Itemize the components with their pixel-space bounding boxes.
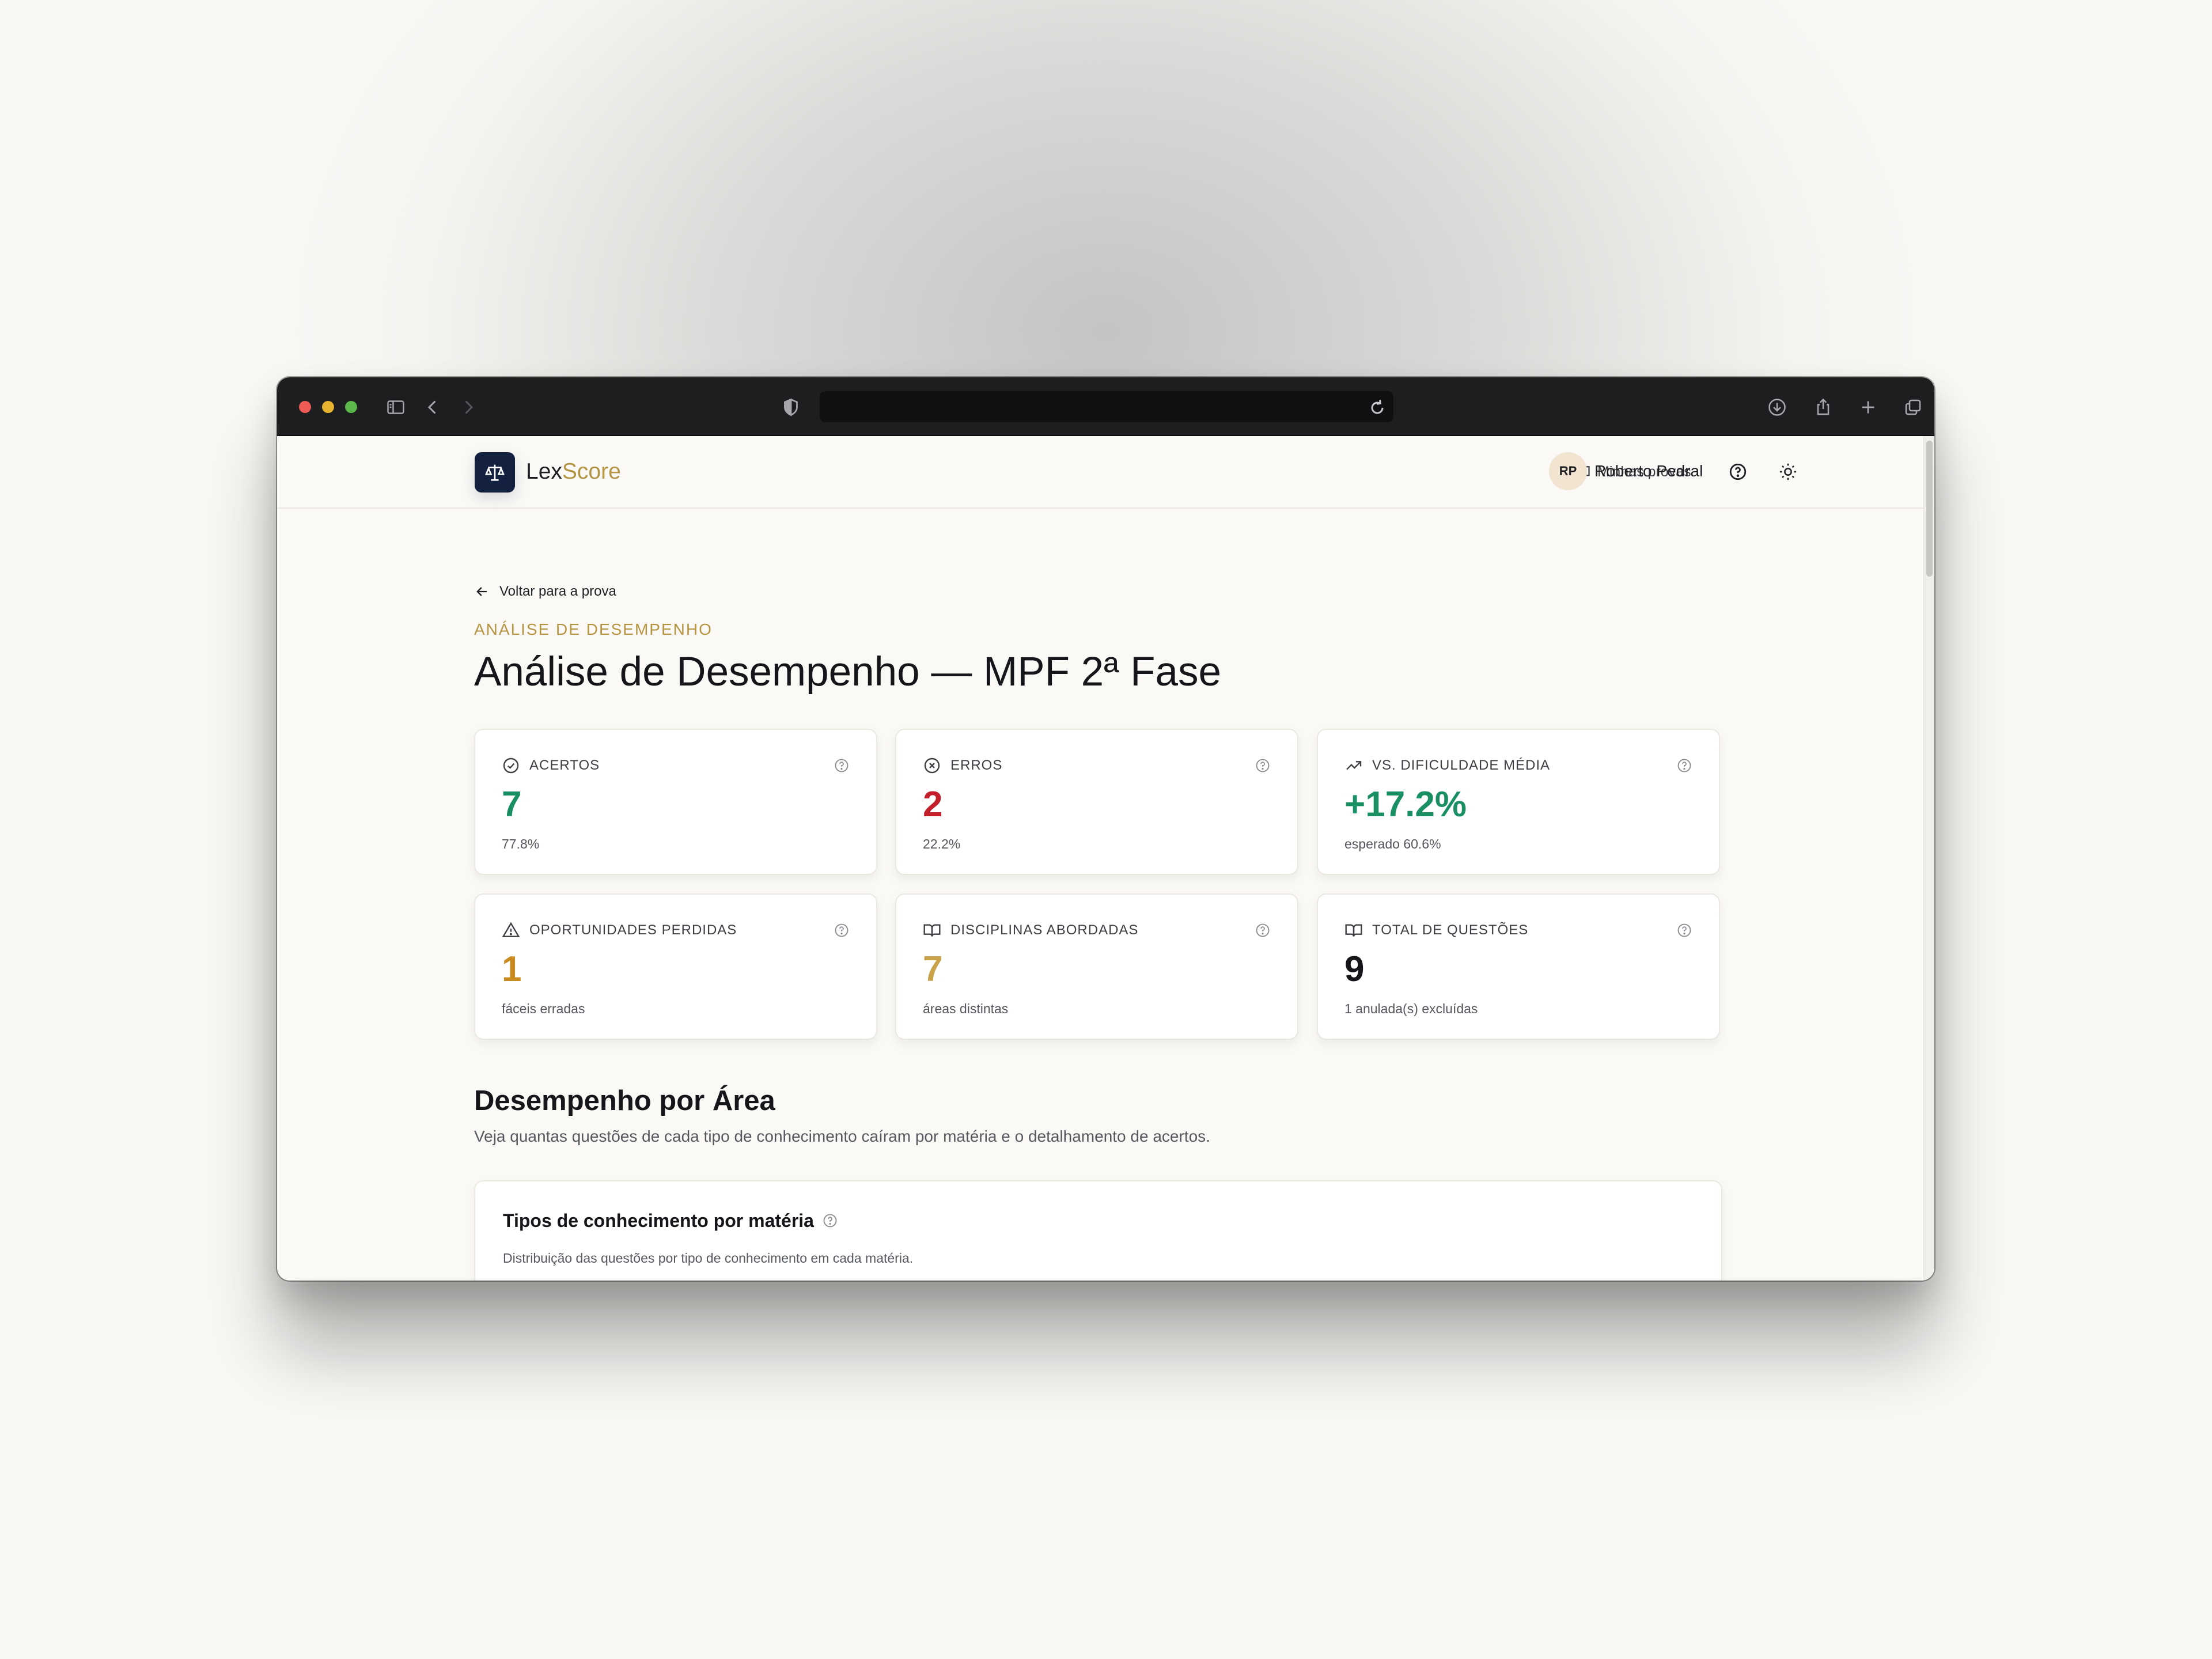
stat-label: DISCIPLINAS ABORDADAS [950,922,1139,938]
browser-titlebar [277,377,1934,436]
help-icon[interactable] [834,757,850,774]
panel-description: Distribuição das questões por tipo de co… [503,1251,914,1266]
scales-icon [485,464,505,481]
stat-value: 9 [1344,949,1365,989]
new-tab-icon[interactable] [1857,396,1880,418]
stat-value: 1 [502,949,522,989]
trending-up-icon [1344,756,1363,775]
warning-triangle-icon [502,921,520,940]
knowledge-types-panel: Tipos de conhecimento por matéria Distri… [474,1180,1722,1281]
stat-label: VS. DIFICULDADE MÉDIA [1372,757,1551,773]
stat-subtext: 22.2% [923,836,961,851]
stat-card-difficulty: VS. DIFICULDADE MÉDIA +17.2% esperado 60… [1317,729,1720,875]
user-name[interactable]: Roberto Pedral [1594,459,1703,483]
help-icon[interactable] [822,1213,838,1229]
help-icon[interactable] [834,922,850,938]
help-icon[interactable] [1676,922,1692,938]
stat-card-correct: ACERTOS 7 77.8% [474,729,877,875]
stat-card-disciplines: DISCIPLINAS ABORDADAS 7 áreas distintas [895,893,1298,1040]
minimize-window-button[interactable] [322,401,334,413]
brand-part-lex: Lex [526,459,562,484]
stat-subtext: 1 anulada(s) excluídas [1344,1001,1478,1016]
theme-toggle-sun-icon[interactable] [1777,460,1800,483]
stat-card-total-questions: TOTAL DE QUESTÕES 9 1 anulada(s) excluíd… [1317,893,1720,1040]
panel-title: Tipos de conhecimento por matéria [503,1208,838,1233]
help-icon[interactable] [1255,757,1271,774]
app-logo[interactable] [475,452,515,493]
sidebar-icon[interactable] [384,396,407,418]
stat-label: TOTAL DE QUESTÕES [1372,922,1529,938]
arrow-left-icon [476,587,487,596]
page-viewport: LexScore Minhas provas RP Roberto Pedral… [277,436,1923,1281]
stat-value: 2 [923,785,943,824]
download-icon[interactable] [1766,396,1789,418]
browser-window: LexScore Minhas provas RP Roberto Pedral… [277,377,1934,1281]
back-link-label: Voltar para a prova [499,584,616,599]
stat-value: 7 [502,785,522,824]
stat-card-missed-opportunities: OPORTUNIDADES PERDIDAS 1 fáceis erradas [474,893,877,1040]
stat-subtext: fáceis erradas [502,1001,585,1016]
page-scrollbar[interactable] [1923,436,1934,1281]
book-icon [1344,921,1363,940]
back-icon[interactable] [421,396,444,418]
section-title: Desempenho por Área [474,1085,775,1116]
forward-icon[interactable] [457,396,480,418]
page-title: Análise de Desempenho — MPF 2ª Fase [474,649,1221,695]
zoom-window-button[interactable] [345,401,357,413]
shield-icon[interactable] [779,396,802,418]
help-icon[interactable] [1255,922,1271,938]
tabs-overview-icon[interactable] [1902,396,1925,418]
stat-subtext: 77.8% [502,836,540,851]
stat-label: OPORTUNIDADES PERDIDAS [529,922,737,938]
user-avatar[interactable]: RP [1549,452,1587,490]
reload-icon[interactable] [1366,397,1389,419]
stat-card-errors: ERROS 2 22.2% [895,729,1298,875]
share-icon[interactable] [1812,396,1835,418]
stat-value: 7 [923,949,943,989]
section-description: Veja quantas questões de cada tipo de co… [474,1127,1210,1145]
close-window-button[interactable] [299,401,311,413]
x-circle-icon [923,756,941,775]
help-icon[interactable] [1726,460,1749,483]
stat-subtext: esperado 60.6% [1344,836,1441,851]
check-circle-icon [502,756,520,775]
panel-title-text: Tipos de conhecimento por matéria [503,1210,814,1231]
brand-name[interactable]: LexScore [526,458,621,486]
address-bar[interactable] [820,391,1393,422]
help-icon[interactable] [1676,757,1692,774]
app-header: LexScore Minhas provas RP Roberto Pedral [277,436,1923,509]
stat-value: +17.2% [1344,785,1467,824]
book-icon [923,921,941,940]
page-eyebrow: ANÁLISE DE DESEMPENHO [474,620,713,638]
stat-subtext: áreas distintas [923,1001,1009,1016]
brand-part-score: Score [562,459,621,484]
stat-label: ACERTOS [529,757,600,773]
scrollbar-thumb[interactable] [1926,441,1933,577]
back-to-exam-link[interactable]: Voltar para a prova [474,580,616,603]
stat-label: ERROS [950,757,1003,773]
